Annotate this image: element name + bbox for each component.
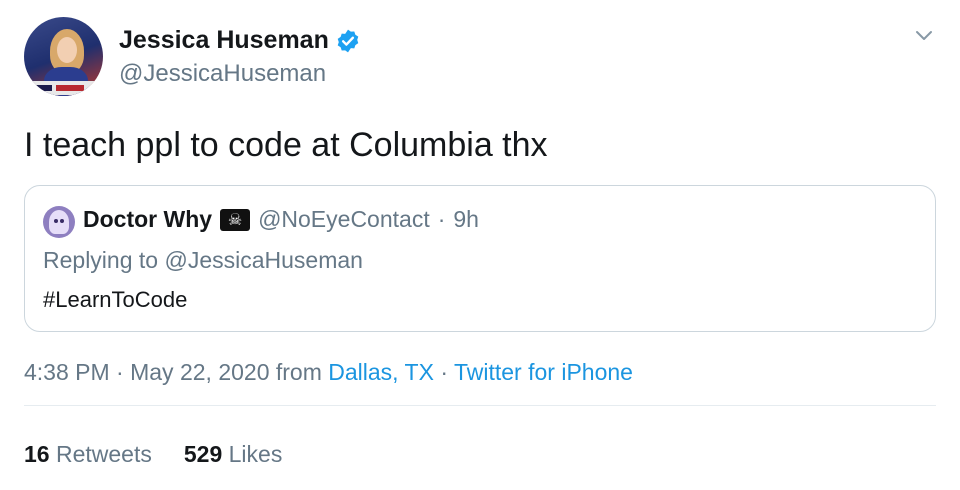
ticker-block — [56, 85, 84, 91]
from-label: from — [275, 359, 322, 385]
replying-to-prefix: Replying to — [43, 247, 165, 273]
author-name-row: Jessica Huseman — [119, 26, 361, 55]
replying-to-line: Replying to @JessicaHuseman — [43, 247, 363, 274]
likes-stat[interactable]: 529 Likes — [184, 441, 282, 468]
retweets-label: Retweets — [55, 441, 152, 467]
tweet-text: I teach ppl to code at Columbia thx — [24, 126, 548, 164]
tweet-metadata: 4:38 PM · May 22, 2020 from Dallas, TX ·… — [24, 359, 633, 386]
tweet-time[interactable]: 4:38 PM — [24, 359, 110, 385]
avatar-news-ticker — [24, 81, 103, 95]
author-avatar[interactable] — [24, 17, 103, 96]
likes-count: 529 — [183, 441, 223, 467]
location-link[interactable]: Dallas, TX — [328, 359, 434, 385]
replying-to-mention[interactable]: @JessicaHuseman — [164, 247, 362, 273]
quoted-author-handle[interactable]: @NoEyeContact — [258, 206, 430, 233]
ghost-eye — [60, 219, 64, 223]
quoted-tweet-text: #LearnToCode — [43, 287, 188, 312]
ghost-eye — [54, 219, 58, 223]
pirate-flag-emoji: ☠ — [220, 208, 251, 231]
divider — [24, 405, 936, 406]
author-handle[interactable]: @JessicaHuseman — [119, 60, 326, 88]
quoted-tweet-time[interactable]: 9h — [453, 206, 479, 233]
quoted-author-avatar[interactable] — [43, 206, 75, 238]
likes-label: Likes — [228, 441, 283, 467]
quoted-author-name[interactable]: Doctor Why — [83, 206, 212, 233]
client-link[interactable]: Twitter for iPhone — [454, 359, 633, 385]
engagement-stats: 16 Retweets 529 Likes — [24, 441, 282, 468]
separator-dot: · — [440, 359, 448, 385]
verified-badge-icon — [337, 29, 359, 52]
quoted-tweet[interactable]: Doctor Why ☠ @NoEyeContact · 9h Replying… — [24, 185, 936, 332]
separator-dot: · — [437, 206, 446, 232]
avatar-face — [57, 37, 77, 63]
separator-dot: · — [116, 359, 124, 385]
ticker-block — [34, 85, 52, 91]
retweets-count: 16 — [24, 441, 50, 467]
retweets-stat[interactable]: 16 Retweets — [24, 441, 152, 468]
tweet-card: Jessica Huseman @JessicaHuseman I teach … — [0, 0, 960, 490]
tweet-date[interactable]: May 22, 2020 — [130, 359, 269, 385]
quoted-tweet-header: Doctor Why ☠ @NoEyeContact · 9h — [83, 206, 479, 233]
author-display-name[interactable]: Jessica Huseman — [119, 26, 329, 55]
chevron-down-icon[interactable] — [914, 26, 934, 46]
ghost-shape — [49, 210, 69, 234]
